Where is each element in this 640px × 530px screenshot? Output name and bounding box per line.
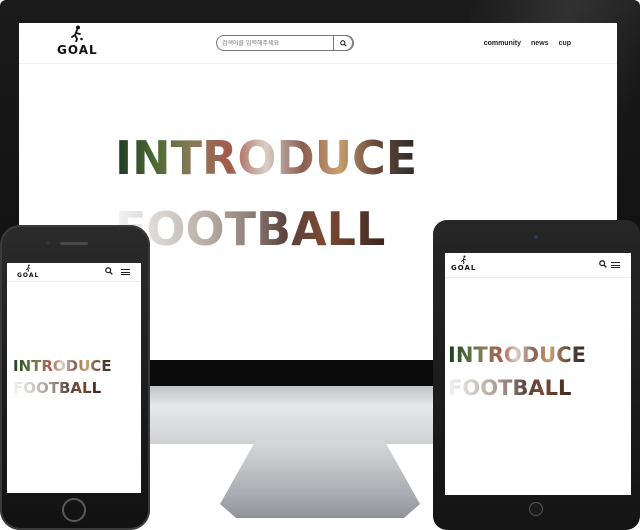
phone-home-button[interactable] (62, 498, 86, 522)
desktop-header: GOAL community news cup (19, 23, 617, 64)
phone-camera (46, 241, 50, 245)
logo-text: GOAL (17, 272, 40, 279)
monitor-stand-foot (220, 440, 420, 518)
tablet-camera (534, 235, 538, 239)
monitor-stand-neck (150, 386, 450, 444)
search-input[interactable] (222, 39, 334, 47)
nav-news[interactable]: news (531, 40, 549, 47)
hero-title-line1: INTRODUCE (13, 357, 112, 375)
mobile-phone: GOAL INTRODUCE FOOTBALL (0, 225, 150, 530)
nav-cup[interactable]: cup (559, 40, 571, 47)
hero-title-line2: FOOTBALL (448, 376, 572, 400)
tablet-home-button[interactable] (529, 502, 543, 516)
search-icon[interactable] (599, 260, 607, 268)
nav-community[interactable]: community (484, 40, 521, 47)
soccer-player-icon (25, 264, 32, 272)
soccer-player-icon (69, 25, 85, 42)
hero-title-line1: INTRODUCE (115, 131, 418, 185)
phone-header: GOAL (7, 263, 141, 282)
desktop-logo[interactable]: GOAL (57, 25, 98, 57)
search-icon (339, 39, 347, 47)
desktop-nav: community news cup (484, 40, 571, 47)
phone-speaker (60, 242, 88, 245)
hamburger-menu-icon[interactable] (121, 269, 130, 275)
phone-screen: GOAL INTRODUCE FOOTBALL (7, 263, 141, 493)
hero-title-line2: FOOTBALL (115, 202, 386, 256)
tablet-screen: GOAL INTRODUCE FOOTBALL (445, 253, 631, 495)
tablet-logo[interactable]: GOAL (451, 255, 476, 272)
logo-text: GOAL (451, 264, 477, 272)
hero-title-line1: INTRODUCE (448, 343, 586, 367)
logo-text: GOAL (57, 43, 98, 57)
search-button[interactable] (333, 35, 353, 51)
tablet: GOAL INTRODUCE FOOTBALL (433, 220, 640, 530)
desktop-search-box (216, 35, 354, 51)
phone-logo[interactable]: GOAL (17, 264, 39, 279)
search-icon[interactable] (105, 267, 113, 275)
tablet-header: GOAL (445, 253, 631, 278)
soccer-player-icon (460, 255, 468, 264)
hero-title-line2: FOOTBALL (13, 379, 102, 397)
hamburger-menu-icon[interactable] (611, 262, 620, 268)
